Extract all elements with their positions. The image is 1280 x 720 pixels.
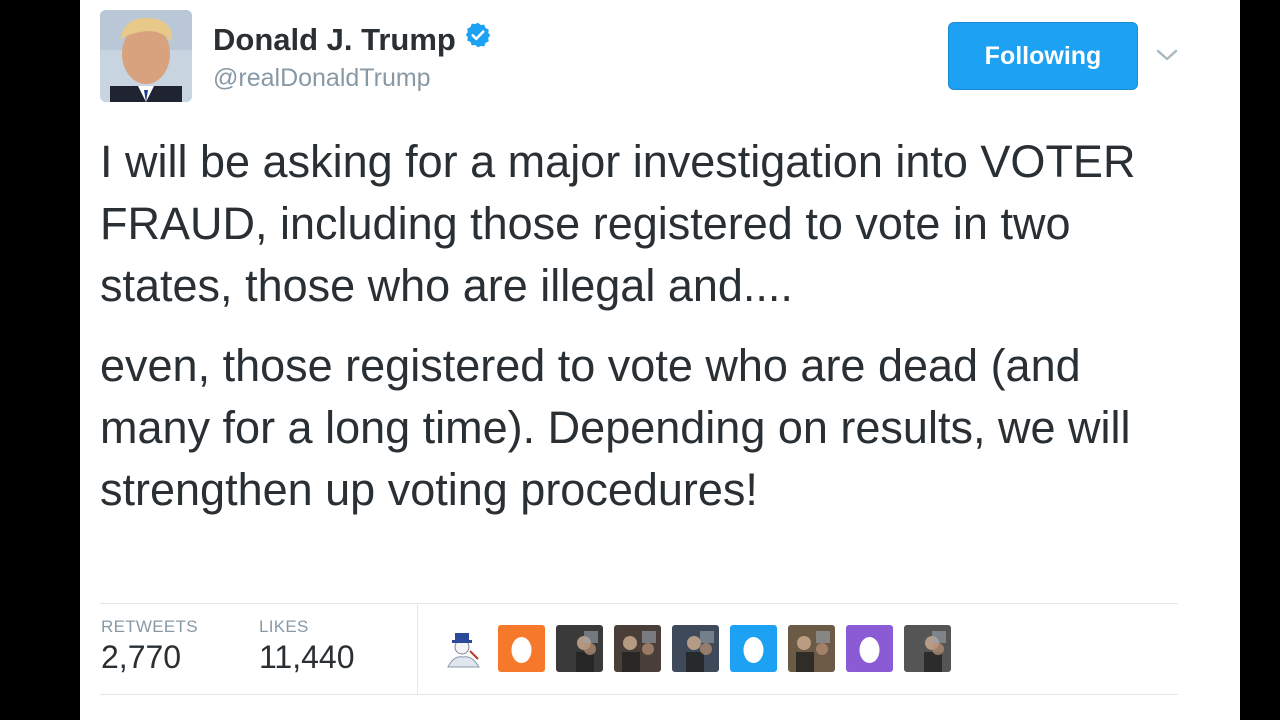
divider (100, 694, 1178, 695)
following-button[interactable]: Following (948, 22, 1138, 90)
tweet-card: Donald J. Trump @realDonaldTrump Followi… (80, 0, 1240, 720)
retweets-count: 2,770 (101, 639, 182, 675)
likers-avatars (440, 625, 951, 672)
likes-label: LIKES (259, 617, 309, 636)
liker-avatar[interactable] (614, 625, 661, 672)
likes-stat[interactable]: LIKES 11,440 (259, 617, 355, 676)
tweet-paragraph: even, those registered to vote who are d… (100, 340, 1131, 515)
liker-avatar[interactable] (556, 625, 603, 672)
display-name[interactable]: Donald J. Trump (213, 22, 492, 58)
default-egg-avatar[interactable] (498, 625, 545, 672)
tweet-paragraph: I will be asking for a major investigati… (100, 136, 1136, 311)
liker-avatar[interactable] (672, 625, 719, 672)
liker-avatar[interactable] (904, 625, 951, 672)
tweet-text: I will be asking for a major investigati… (100, 131, 1180, 521)
retweets-stat[interactable]: RETWEETS 2,770 (101, 617, 198, 676)
chevron-down-icon[interactable] (1152, 40, 1182, 70)
default-egg-avatar[interactable] (846, 625, 893, 672)
retweets-label: RETWEETS (101, 617, 198, 636)
liker-avatar[interactable] (440, 625, 487, 672)
verified-badge-icon (464, 21, 492, 57)
likes-count: 11,440 (259, 639, 355, 675)
default-egg-avatar[interactable] (730, 625, 777, 672)
liker-avatar[interactable] (788, 625, 835, 672)
display-name-text[interactable]: Donald J. Trump (213, 22, 456, 57)
user-handle[interactable]: @realDonaldTrump (213, 64, 431, 93)
stats-divider (417, 604, 418, 694)
avatar[interactable] (100, 10, 192, 102)
divider (100, 603, 1178, 604)
